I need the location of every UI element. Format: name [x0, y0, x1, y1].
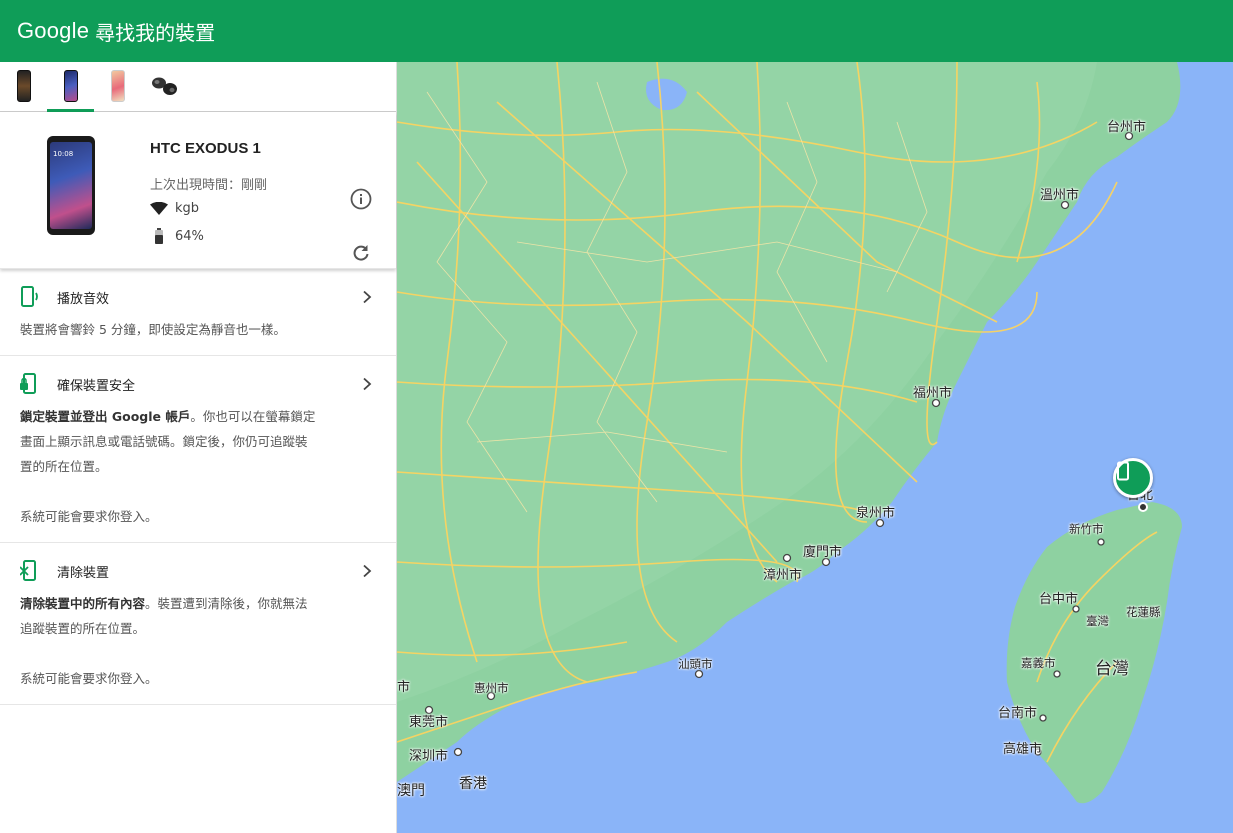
google-logo[interactable]: Google: [17, 18, 89, 44]
device-tab-1[interactable]: [0, 61, 47, 111]
device-card: 10:08 HTC EXODUS 1 上次出現時間：剛剛 kgb 64%: [0, 112, 396, 269]
device-name: HTC EXODUS 1: [150, 140, 261, 157]
secure-device-desc-bold: 鎖定裝置並登出 Google 帳戶: [20, 409, 191, 424]
map-label-zhangzhou: 漳州市: [763, 568, 803, 583]
erase-device-action[interactable]: 清除裝置 清除裝置中的所有內容。裝置遭到清除後，你就無法追蹤裝置的所在位置。 系…: [0, 543, 396, 705]
info-icon: [350, 188, 372, 210]
phone-icon: [110, 70, 125, 102]
erase-phone-icon: [19, 559, 40, 583]
device-screen-time: 10:08: [53, 150, 74, 158]
map-label-xiamen: 廈門市: [803, 545, 843, 560]
app-title: 尋找我的裝置: [95, 20, 216, 45]
device-location-marker[interactable]: [1113, 458, 1153, 498]
map-label-dongguan: 東莞市: [409, 715, 449, 730]
device-info-button[interactable]: [350, 188, 372, 210]
map-label-hongkong: 香港: [459, 776, 487, 792]
map-label-taiwan: 台灣: [1095, 659, 1129, 679]
refresh-button[interactable]: [351, 243, 371, 263]
map-label-fuzhou: 福州市: [913, 386, 953, 401]
device-tab-3[interactable]: [94, 61, 141, 111]
map-label-tainan: 台南市: [998, 706, 1038, 721]
play-sound-title: 播放音效: [57, 291, 110, 307]
erase-device-desc: 清除裝置中的所有內容。裝置遭到清除後，你就無法追蹤裝置的所在位置。: [20, 591, 376, 641]
device-tab-2[interactable]: [47, 61, 94, 112]
map-label-shenzhen: 深圳市: [409, 749, 449, 764]
earbuds-icon: [151, 77, 177, 95]
map-label-taiwan-province: 臺灣: [1086, 614, 1109, 628]
map-canvas[interactable]: [397, 62, 1233, 833]
last-seen-text: 上次出現時間：剛剛: [150, 178, 268, 193]
phone-icon: [16, 70, 31, 102]
lock-phone-icon: [20, 372, 40, 396]
battery-icon: [150, 228, 168, 244]
app-header: Google 尋找我的裝置: [0, 0, 1233, 62]
refresh-icon: [353, 245, 369, 261]
map-label-macau: 澳門: [397, 783, 425, 799]
device-tabs: [0, 62, 396, 112]
map-label-taichung: 台中市: [1039, 592, 1079, 607]
wifi-name: kgb: [175, 201, 200, 216]
play-sound-desc: 裝置將會響鈴 5 分鐘，即使設定為靜音也一樣。: [20, 322, 286, 337]
chevron-right-icon: [363, 290, 372, 304]
map-label-edge-city: 市: [397, 680, 411, 695]
map-label-hualien: 花蓮縣: [1126, 605, 1161, 619]
erase-device-title: 清除裝置: [57, 565, 110, 581]
map-label-quanzhou: 泉州市: [856, 506, 896, 521]
map-label-huizhou: 惠州市: [474, 681, 509, 695]
map[interactable]: 台州市 溫州市 福州市 泉州市 廈門市 漳州市 汕頭市 惠州市 市 東莞市 深圳…: [397, 62, 1233, 833]
map-label-wenzhou: 溫州市: [1040, 188, 1080, 203]
map-label-hsinchu: 新竹市: [1069, 522, 1104, 536]
device-image: 10:08: [47, 136, 95, 235]
map-label-kaohsiung: 高雄市: [1003, 742, 1043, 757]
map-label-chiayi: 嘉義市: [1021, 656, 1056, 670]
secure-device-action[interactable]: 確保裝置安全 鎖定裝置並登出 Google 帳戶。你也可以在螢幕鎖定畫面上顯示訊…: [0, 356, 396, 543]
secure-device-desc: 鎖定裝置並登出 Google 帳戶。你也可以在螢幕鎖定畫面上顯示訊息或電話號碼。…: [20, 404, 376, 479]
chevron-right-icon: [363, 564, 372, 578]
erase-device-note: 系統可能會要求你登入。: [20, 671, 158, 686]
wifi-row: kgb: [150, 201, 199, 216]
wifi-icon: [150, 201, 168, 216]
erase-device-desc-bold: 清除裝置中的所有內容: [20, 596, 146, 611]
secure-device-title: 確保裝置安全: [57, 378, 136, 394]
chevron-right-icon: [363, 377, 372, 391]
play-sound-action[interactable]: 播放音效 裝置將會響鈴 5 分鐘，即使設定為靜音也一樣。: [0, 269, 396, 356]
ringing-phone-icon: [20, 285, 40, 309]
map-label-taizhou: 台州市: [1107, 120, 1147, 135]
phone-icon: [63, 70, 78, 102]
battery-level: 64%: [175, 228, 204, 244]
battery-row: 64%: [150, 228, 204, 244]
device-tab-earbuds[interactable]: [141, 61, 188, 111]
taiwan-land: [1006, 502, 1182, 804]
phone-icon: [1117, 461, 1129, 481]
secure-device-note: 系統可能會要求你登入。: [20, 509, 158, 524]
sidebar: 10:08 HTC EXODUS 1 上次出現時間：剛剛 kgb 64% 播放音…: [0, 62, 397, 833]
map-label-shantou: 汕頭市: [678, 657, 713, 671]
